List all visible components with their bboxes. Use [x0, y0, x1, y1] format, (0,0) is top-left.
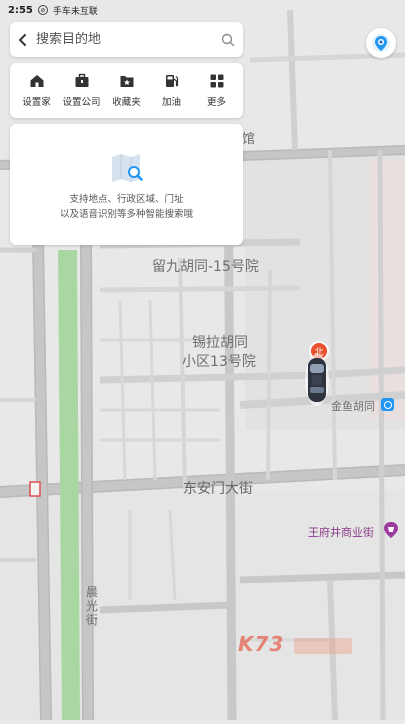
status-time: 2:55: [8, 4, 33, 16]
quick-action-gas[interactable]: 加油: [150, 73, 194, 108]
assistant-avatar-button[interactable]: [366, 28, 396, 58]
quick-action-label: 设置公司: [62, 97, 101, 108]
watermark-logo: K73: [238, 632, 353, 656]
car-location-icon[interactable]: [304, 342, 330, 408]
link-icon: ⊘: [37, 5, 48, 15]
status-bar: 2:55 ⊘ 手车未互联: [0, 0, 405, 20]
wangfujing-poi-icon[interactable]: [383, 521, 399, 539]
map-label-liujiu[interactable]: 留九胡同-15号院: [152, 256, 259, 276]
search-bar[interactable]: [10, 22, 243, 57]
chevron-left-icon: [19, 33, 26, 46]
quick-action-home[interactable]: 设置家: [15, 73, 59, 108]
home-icon: [30, 75, 43, 87]
quick-action-label: 收藏夹: [112, 97, 141, 108]
star-folder-icon: [120, 76, 133, 87]
quick-action-label: 更多: [206, 97, 226, 108]
quick-action-label: 设置家: [22, 97, 51, 108]
search-button[interactable]: [213, 22, 243, 57]
map-label-partial: 馆: [242, 132, 256, 147]
back-button[interactable]: [10, 22, 36, 57]
map-label-jinyu[interactable]: 金鱼胡同: [331, 398, 375, 414]
tip-line-2: 以及语音识别等多种智能搜索哦: [59, 209, 193, 220]
status-connection-label: 手车未互联: [52, 6, 98, 17]
map-label-xila-line2[interactable]: 小区13号院: [182, 351, 256, 371]
gas-station-icon: [165, 75, 178, 87]
tip-line-1: 支持地点、行政区域、门址: [69, 194, 184, 205]
quick-action-label: 加油: [161, 97, 181, 108]
map-search-illustration-icon: [111, 154, 143, 182]
map-label-chenguang[interactable]: 晨光街: [86, 585, 100, 627]
map-label-dongan[interactable]: 东安门大街: [183, 478, 253, 498]
map-label-xila-line1[interactable]: 锡拉胡同: [192, 332, 248, 352]
quick-action-favorites[interactable]: 收藏夹: [105, 73, 149, 108]
map-label-wangfujing[interactable]: 王府井商业街: [308, 524, 374, 540]
assistant-avatar-icon: [372, 34, 390, 52]
quick-action-company[interactable]: 设置公司: [60, 73, 104, 108]
quick-action-more[interactable]: 更多: [195, 73, 239, 108]
grid-icon: [210, 74, 223, 88]
search-icon: [221, 33, 235, 46]
quick-actions-panel: 设置家 设置公司 收藏夹 加油 更多: [10, 63, 243, 118]
jinyu-poi-icon[interactable]: [381, 398, 394, 411]
search-input[interactable]: [36, 32, 213, 47]
search-tip-card: 支持地点、行政区域、门址 以及语音识别等多种智能搜索哦: [10, 124, 243, 245]
briefcase-icon: [75, 73, 88, 87]
